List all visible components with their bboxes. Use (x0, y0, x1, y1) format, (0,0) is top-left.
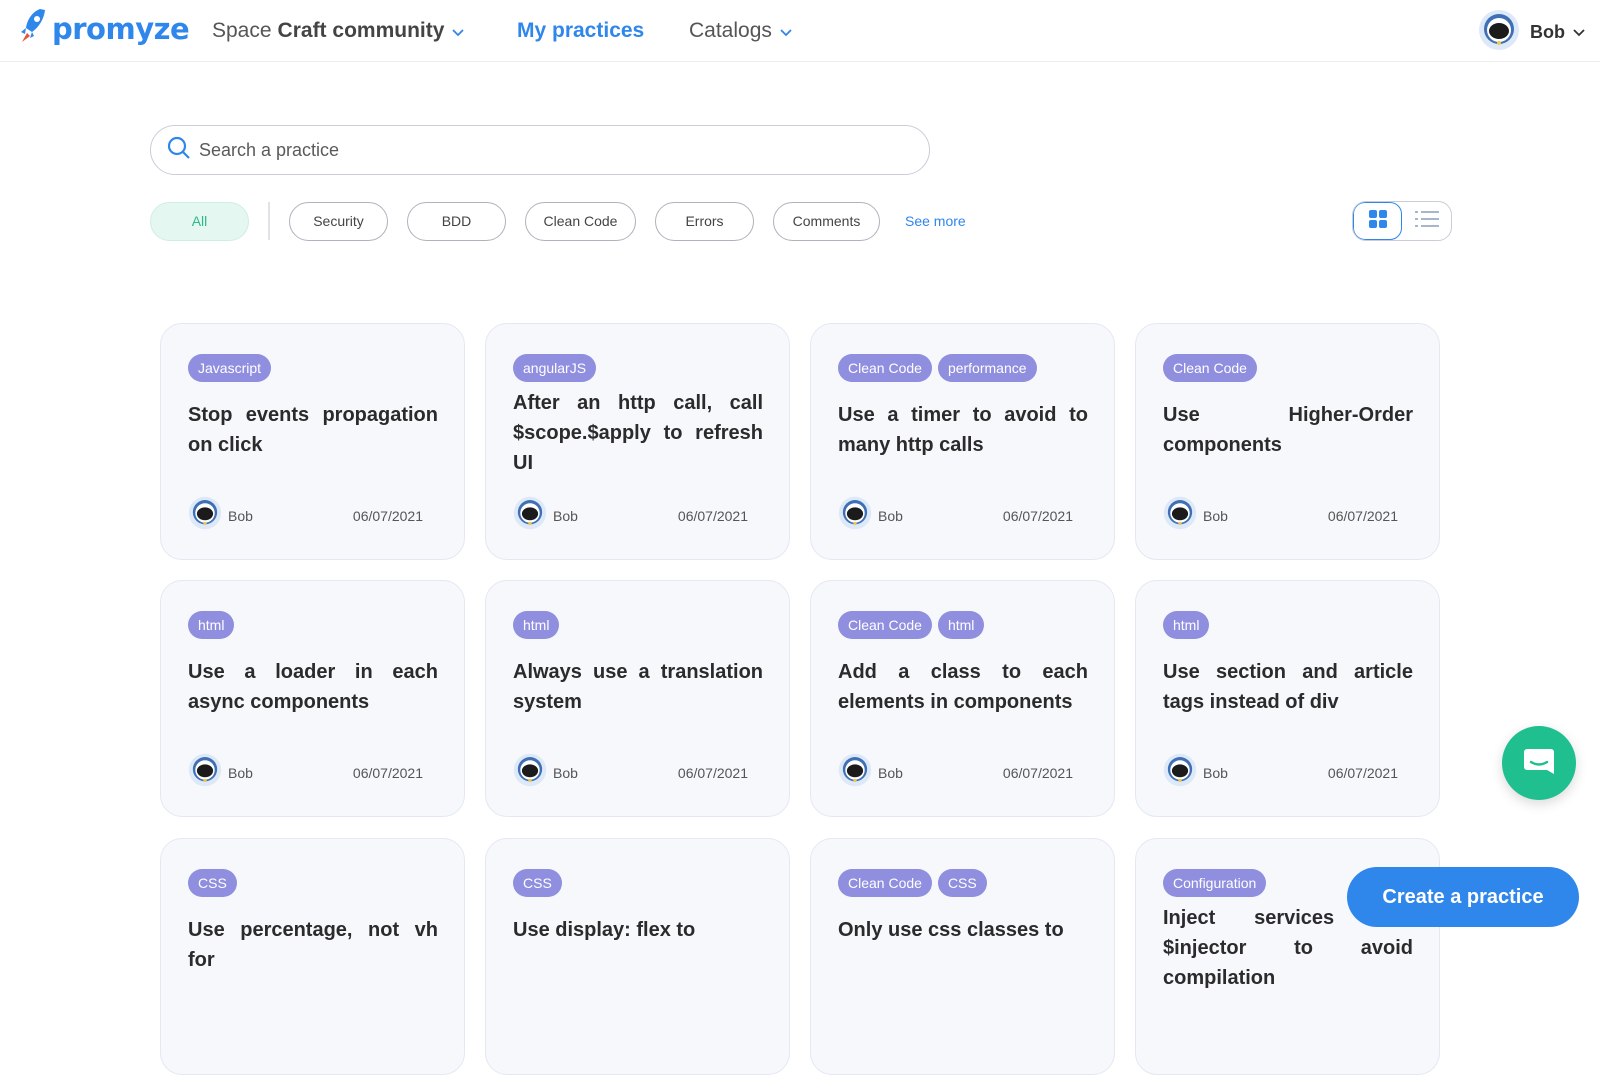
practice-card[interactable]: html Use section and article tags instea… (1135, 580, 1440, 817)
practice-card[interactable]: Clean Code performance Use a timer to av… (810, 323, 1115, 560)
search-input[interactable] (199, 139, 879, 161)
practice-title: Use Higher-Order components (1163, 404, 1413, 456)
avatar (188, 496, 222, 535)
practice-title: After an http call, call $scope.$apply t… (513, 392, 763, 474)
filter-bar: All Security BDD Clean Code Errors Comme… (150, 201, 966, 241)
community-name: Craft community (277, 19, 445, 42)
author-name: Bob (553, 507, 578, 524)
nav-catalogs[interactable]: Catalogs (689, 19, 792, 43)
practice-card[interactable]: Javascript Stop events propagation on cl… (160, 323, 465, 560)
tag-badge[interactable]: html (188, 611, 235, 639)
avatar (838, 496, 872, 535)
tag-badge[interactable]: Clean Code (838, 354, 932, 382)
practice-title: Only use css classes to (838, 919, 1064, 941)
avatar (1163, 496, 1197, 535)
tag-badge[interactable]: CSS (937, 869, 987, 897)
avatar (513, 753, 547, 792)
tag-badge[interactable]: CSS (188, 869, 237, 897)
filter-all[interactable]: All (150, 201, 249, 241)
chat-icon (1521, 743, 1557, 784)
tag-badge[interactable]: CSS (513, 869, 562, 897)
practice-date: 06/07/2021 (677, 764, 748, 781)
practice-card[interactable]: angularJS After an http call, call $scop… (485, 323, 790, 560)
tag-badge[interactable]: Configuration (1163, 869, 1267, 897)
practice-date: 06/07/2021 (352, 764, 423, 781)
author-name: Bob (878, 507, 903, 524)
grid-view-button[interactable] (1353, 202, 1403, 240)
practice-title: Stop events propagation on click (188, 404, 438, 456)
community-selector[interactable]: Space Craft community (212, 19, 465, 43)
community-prefix: Space (212, 19, 272, 42)
avatar (513, 496, 547, 535)
practice-title: Always use a translation system (513, 661, 763, 713)
avatar (1478, 9, 1520, 56)
filter-errors[interactable]: Errors (655, 201, 754, 241)
tag-badge[interactable]: html (937, 611, 985, 639)
list-icon (1414, 209, 1440, 234)
practice-date: 06/07/2021 (1327, 764, 1398, 781)
create-practice-button[interactable]: Create a practice (1347, 867, 1579, 927)
practice-title: Use display: flex to (513, 919, 696, 941)
practice-title: Use percentage, not vh for (188, 919, 438, 971)
tag-badge[interactable]: angularJS (513, 354, 597, 382)
practice-title: Use section and article tags instead of … (1163, 661, 1413, 713)
tag-badge[interactable]: html (513, 611, 560, 639)
author-name: Bob (878, 764, 903, 781)
filter-bdd[interactable]: BDD (407, 201, 506, 241)
tag-badge[interactable]: Clean Code (838, 611, 932, 639)
practice-card[interactable]: html Always use a translation system Bob… (485, 580, 790, 817)
practice-title: Add a class to each elements in componen… (838, 661, 1088, 713)
practice-card[interactable]: Clean Code CSS Only use css classes to (810, 838, 1115, 1075)
user-name: Bob (1530, 22, 1565, 42)
promyze-logo[interactable]: promyze (18, 6, 190, 51)
practice-title: Use a loader in each async components (188, 661, 438, 713)
logo-text: promyze (52, 11, 190, 46)
top-navbar: promyze Space Craft community My practic… (0, 0, 1600, 62)
tag-badge[interactable]: Clean Code (838, 869, 932, 897)
rocket-icon (18, 6, 48, 51)
tag-badge[interactable]: performance (937, 354, 1037, 382)
practice-card[interactable]: CSS Use display: flex to (485, 838, 790, 1075)
view-toggle (1352, 201, 1452, 241)
author-name: Bob (1203, 507, 1228, 524)
practice-date: 06/07/2021 (677, 507, 748, 524)
author-name: Bob (228, 507, 253, 524)
user-menu[interactable]: Bob (1478, 9, 1585, 56)
see-more-link[interactable]: See more (905, 213, 966, 229)
grid-icon (1368, 209, 1388, 234)
practice-card[interactable]: Clean Code html Add a class to each elem… (810, 580, 1115, 817)
practice-card[interactable]: CSS Use percentage, not vh for (160, 838, 465, 1075)
avatar (838, 753, 872, 792)
avatar (188, 753, 222, 792)
practice-date: 06/07/2021 (1002, 507, 1073, 524)
tag-badge[interactable]: Clean Code (1163, 354, 1257, 382)
practice-date: 06/07/2021 (1002, 764, 1073, 781)
avatar (1163, 753, 1197, 792)
tag-badge[interactable]: html (1163, 611, 1210, 639)
author-name: Bob (553, 764, 578, 781)
practice-title: Use a timer to avoid to many http calls (838, 404, 1088, 456)
filter-security[interactable]: Security (289, 201, 388, 241)
catalogs-label: Catalogs (689, 19, 772, 42)
list-view-button[interactable] (1402, 202, 1451, 240)
search-bar[interactable] (150, 125, 930, 175)
practice-card[interactable]: html Use a loader in each async componen… (160, 580, 465, 817)
chevron-down-icon (452, 19, 465, 43)
chat-button[interactable] (1502, 726, 1576, 800)
filter-comments[interactable]: Comments (773, 201, 880, 241)
practice-date: 06/07/2021 (1327, 507, 1398, 524)
practice-card[interactable]: Clean Code Use Higher-Order components B… (1135, 323, 1440, 560)
filter-clean-code[interactable]: Clean Code (525, 201, 636, 241)
chevron-down-icon (780, 19, 792, 43)
author-name: Bob (228, 764, 253, 781)
filter-divider (268, 202, 270, 240)
tag-badge[interactable]: Javascript (188, 354, 272, 382)
practice-date: 06/07/2021 (352, 507, 423, 524)
search-icon (167, 136, 191, 165)
author-name: Bob (1203, 764, 1228, 781)
nav-my-practices[interactable]: My practices (517, 19, 644, 43)
chevron-down-icon (1573, 24, 1585, 42)
